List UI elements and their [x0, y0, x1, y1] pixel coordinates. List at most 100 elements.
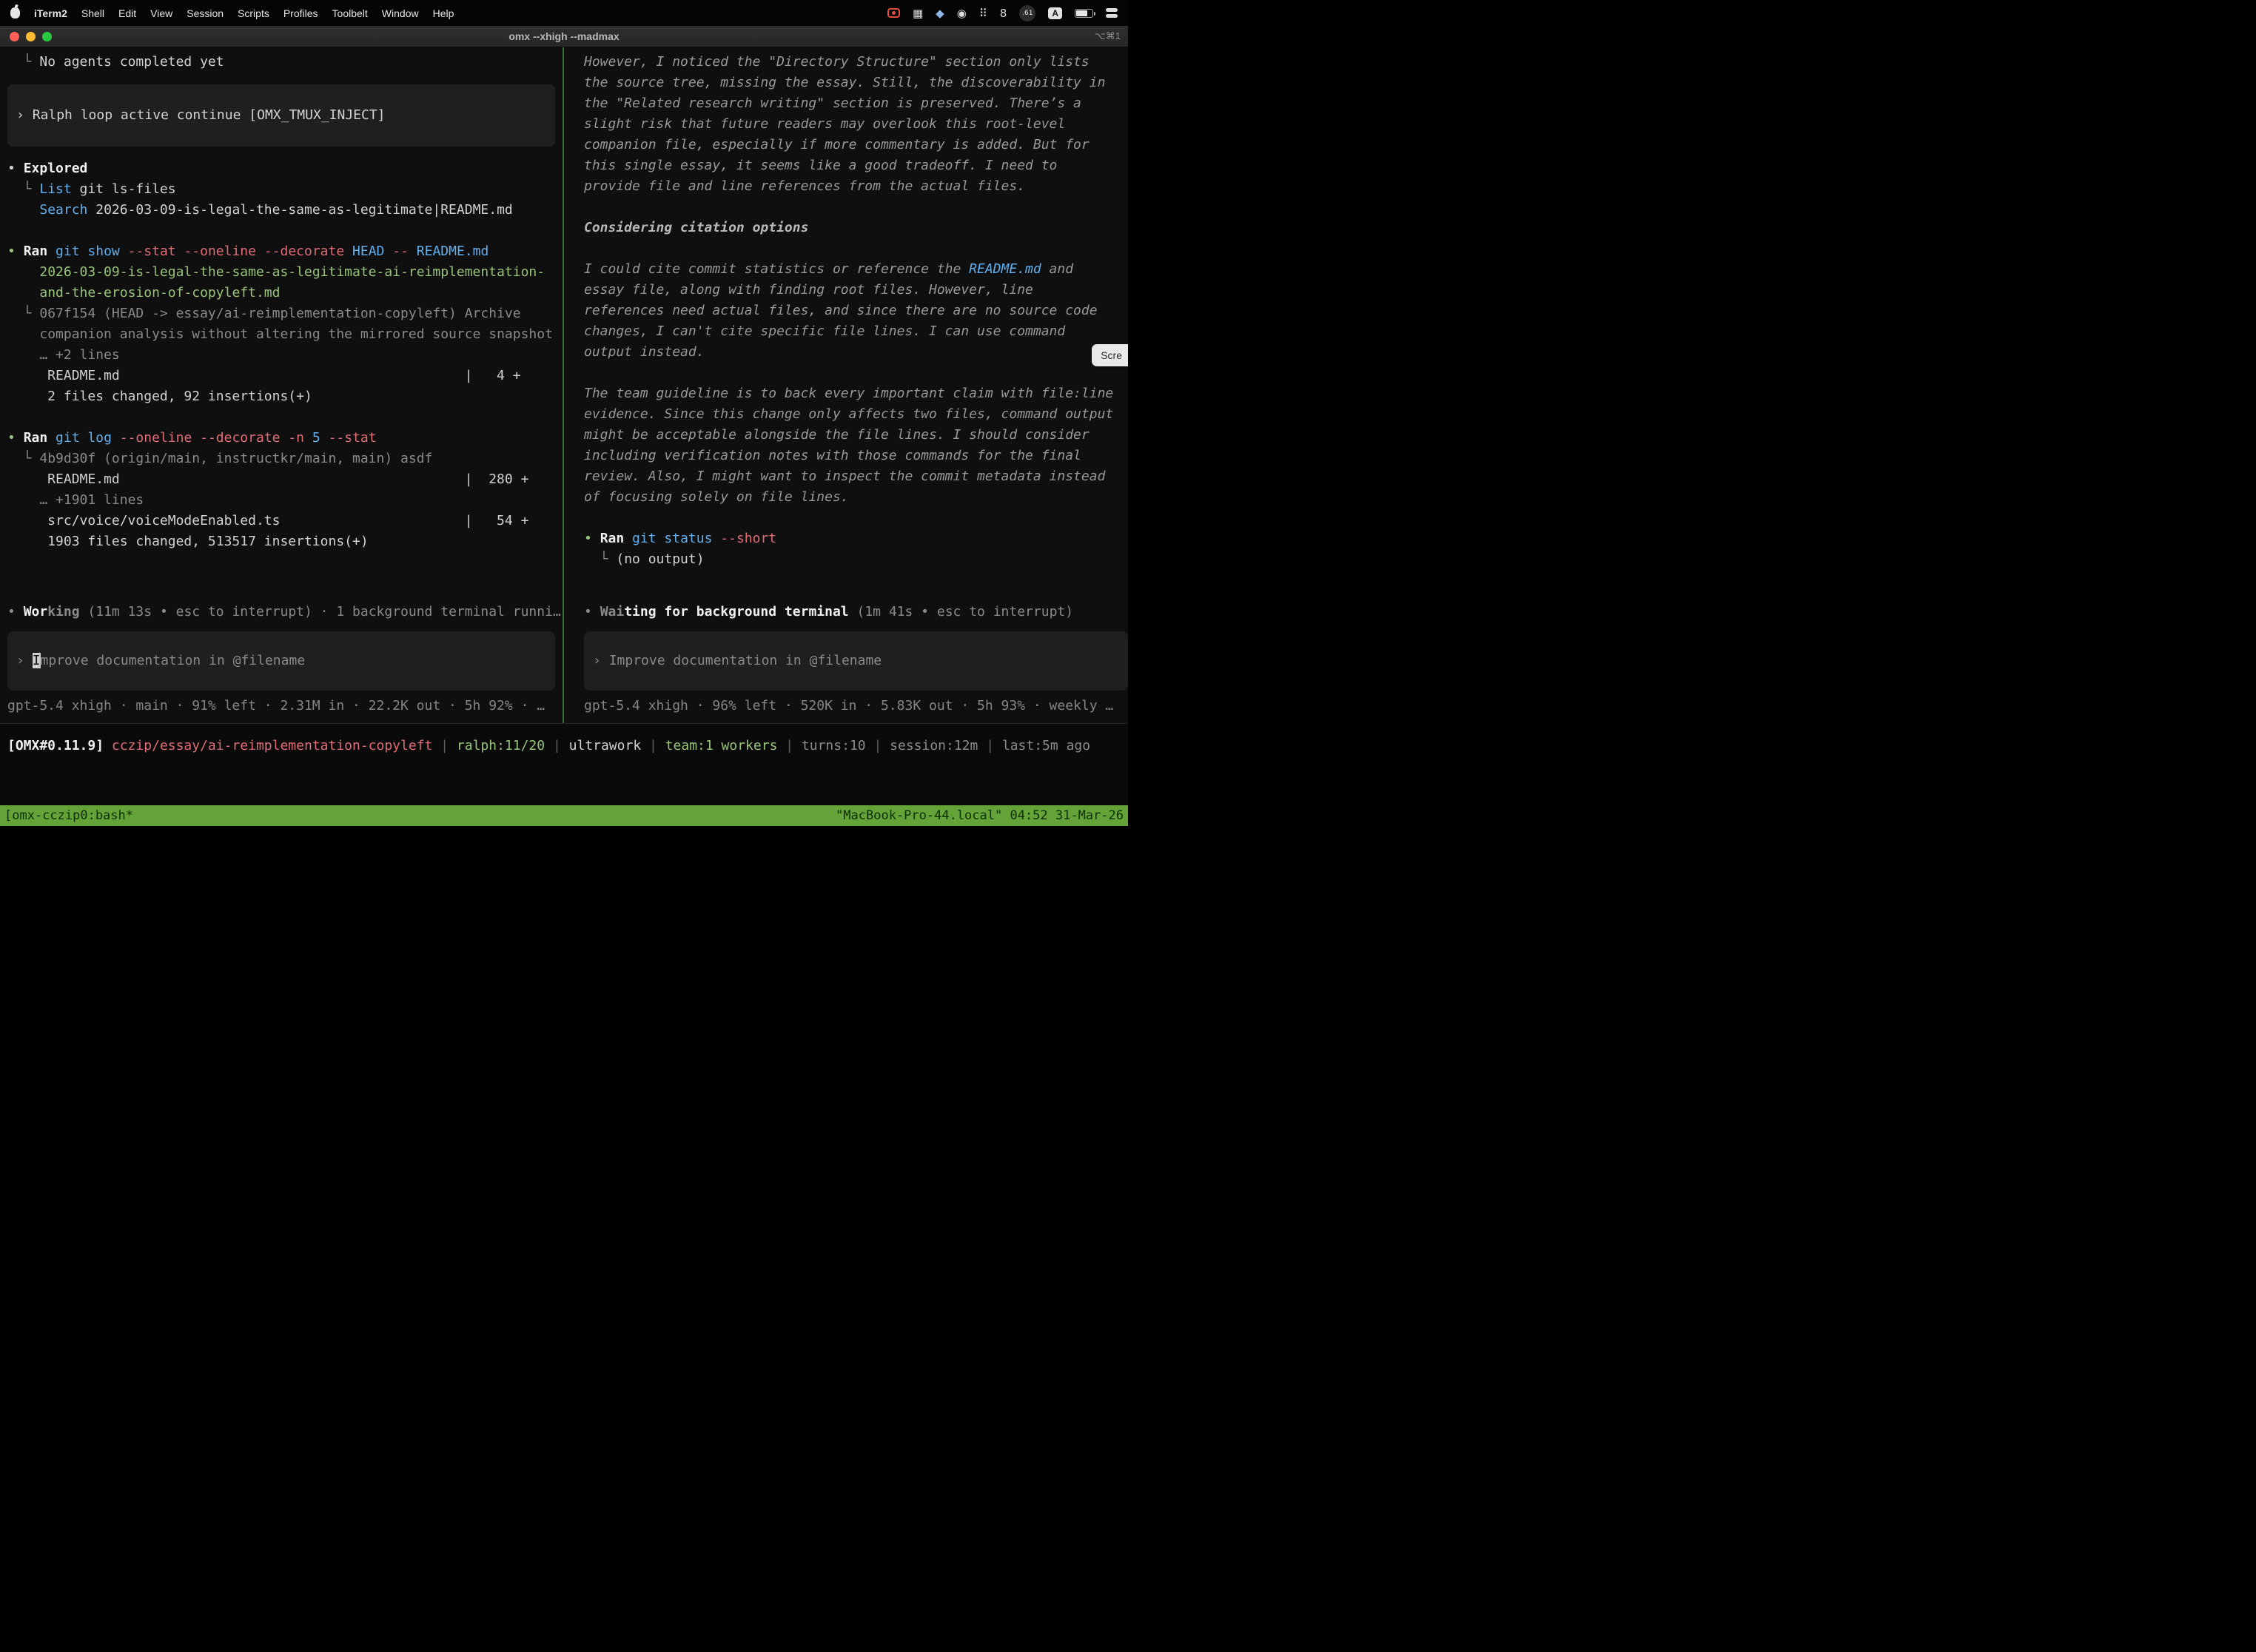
prompt-input-text[interactable]: › Improve documentation in @filename	[593, 651, 1119, 671]
terminal-line: src/voice/voiceModeEnabled.ts | 54 +	[7, 511, 563, 531]
terminal-line: • Ran git status --short	[584, 528, 1128, 549]
text-segment: Considering citation options	[584, 220, 808, 235]
text-segment	[120, 244, 128, 259]
menu-item-shell[interactable]: Shell	[81, 7, 104, 19]
text-segment: git show	[56, 244, 120, 259]
blank-line	[7, 407, 563, 428]
blank-line	[584, 238, 1128, 259]
desktop: iTerm2 Shell Edit View Session Scripts Profil…	[0, 0, 1128, 826]
hook-icon[interactable]: 8	[1000, 7, 1007, 20]
text-segment: README.md | 4 +	[7, 368, 521, 383]
thinking-paragraph: However, I noticed the "Directory Struct…	[584, 52, 1113, 197]
text-segment	[7, 492, 39, 508]
message-box: › Ralph loop active continue [OMX_TMUX_I…	[7, 84, 555, 147]
text-segment: --stat	[329, 430, 377, 446]
terminal-line: README.md | 4 +	[7, 366, 563, 386]
minimize-button[interactable]	[26, 32, 36, 41]
omx-status-bar: [OMX#0.11.9] cczip/essay/ai-reimplementa…	[0, 723, 1128, 805]
shortcuts-icon[interactable]: ◉	[957, 7, 967, 20]
text-segment: |	[432, 738, 457, 753]
menu-item-help[interactable]: Help	[433, 7, 454, 19]
blank-line	[584, 363, 1128, 383]
model-status-line: gpt-5.4 xhigh · main · 91% left · 2.31M …	[7, 696, 563, 716]
screen-recording-icon[interactable]	[887, 8, 900, 18]
window-titlebar[interactable]: omx --xhigh --madmax ⌥⌘1	[0, 26, 1128, 47]
text-segment: └	[7, 54, 39, 70]
window-grid-icon[interactable]: ▦	[913, 7, 923, 20]
input-source-icon[interactable]: A	[1048, 7, 1062, 19]
menu-item-profiles[interactable]: Profiles	[283, 7, 318, 19]
text-segment: Improve documentation in @filename	[609, 653, 882, 668]
meter-icon[interactable]: .61	[1019, 5, 1035, 21]
text-segment: cczip/essay/ai-reimplementation-copyleft	[112, 738, 432, 753]
text-segment: No agents completed yet	[39, 54, 224, 70]
menu-item-app[interactable]: iTerm2	[34, 7, 67, 19]
left-pane[interactable]: └ No agents completed yet › Ralph loop ac…	[0, 47, 564, 723]
text-segment: Wai	[600, 604, 625, 620]
text-segment: --short	[720, 531, 776, 546]
window-title: omx --xhigh --madmax	[508, 30, 619, 42]
text-segment	[304, 430, 312, 446]
blank-line	[584, 508, 1128, 528]
menu-item-session[interactable]: Session	[187, 7, 224, 19]
text-segment: README.md	[417, 244, 489, 259]
battery-icon[interactable]	[1075, 9, 1093, 18]
text-segment: … +1901 lines	[39, 492, 144, 508]
menu-item-window[interactable]: Window	[382, 7, 419, 19]
control-center-icon[interactable]	[1106, 8, 1118, 18]
right-pane[interactable]: However, I noticed the "Directory Struct…	[564, 47, 1128, 723]
text-segment: └	[7, 306, 39, 321]
text-segment: last:5m ago	[1002, 738, 1090, 753]
text-segment	[47, 244, 56, 259]
text-segment: (no output)	[616, 551, 704, 567]
menu-item-view[interactable]: View	[150, 7, 172, 19]
text-segment: I	[33, 653, 41, 668]
text-segment	[7, 326, 39, 342]
text-segment	[7, 285, 39, 300]
terminal-line: … +2 lines	[7, 345, 563, 366]
text-segment: └	[584, 551, 616, 567]
tmux-status-bar: [omx-cczip0:bash* "MacBook-Pro-44.local"…	[0, 805, 1128, 826]
text-segment: (11m 13s • esc to interrupt) · 1 backgro…	[87, 604, 560, 620]
text-segment: |	[978, 738, 1002, 753]
text-segment: 2026-03-09-is-legal-the-same-as-legitima…	[39, 264, 545, 280]
text-segment: turns:10	[802, 738, 866, 753]
text-segment: 5	[312, 430, 320, 446]
text-segment	[112, 430, 120, 446]
prompt-input-box[interactable]: › Improve documentation in @filename	[7, 631, 555, 691]
app-grid-icon[interactable]: ⠿	[979, 7, 987, 20]
apple-menu-icon[interactable]	[10, 7, 20, 19]
pointer-icon[interactable]: ◆	[936, 7, 944, 20]
prompt-input-text[interactable]: › Improve documentation in @filename	[16, 651, 546, 671]
menu-item-edit[interactable]: Edit	[118, 7, 136, 19]
text-segment: Ralph loop active continue [OMX_TMUX_INJ…	[33, 107, 386, 123]
text-segment	[712, 531, 720, 546]
terminal-area: └ No agents completed yet › Ralph loop ac…	[0, 47, 1128, 723]
text-segment: git status	[632, 531, 712, 546]
text-segment: king	[47, 604, 79, 620]
text-segment: |	[545, 738, 569, 753]
text-segment: Explored	[24, 161, 88, 176]
text-segment: |	[777, 738, 802, 753]
close-button[interactable]	[10, 32, 19, 41]
text-segment: and-the-erosion-of-copyleft.md	[39, 285, 280, 300]
text-segment: ralph:11/20	[457, 738, 545, 753]
terminal-line: └ 067f154 (HEAD -> essay/ai-reimplementa…	[7, 303, 563, 324]
text-segment: --stat --oneline --decorate	[128, 244, 345, 259]
terminal-line: 2 files changed, 92 insertions(+)	[7, 386, 563, 407]
text-segment: … +2 lines	[39, 347, 119, 363]
menu-item-scripts[interactable]: Scripts	[238, 7, 269, 19]
screen-share-tab[interactable]: Scre	[1092, 344, 1128, 366]
text-segment: session:12m	[890, 738, 978, 753]
zoom-button[interactable]	[42, 32, 52, 41]
text-segment: Ran	[24, 244, 48, 259]
text-segment: git ls-files	[72, 181, 176, 197]
text-segment: README.md	[969, 261, 1041, 277]
waiting-status-line: • Waiting for background terminal (1m 41…	[584, 602, 1128, 622]
text-segment: (1m 41s • esc to interrupt)	[856, 604, 1073, 620]
prompt-input-box[interactable]: › Improve documentation in @filename	[584, 631, 1128, 691]
text-segment: •	[584, 604, 600, 620]
menubar-status-icons: ▦ ◆ ◉ ⠿ 8 .61 A	[887, 5, 1118, 21]
text-segment: README.md | 280 +	[7, 471, 528, 487]
menu-item-toolbelt[interactable]: Toolbelt	[332, 7, 368, 19]
